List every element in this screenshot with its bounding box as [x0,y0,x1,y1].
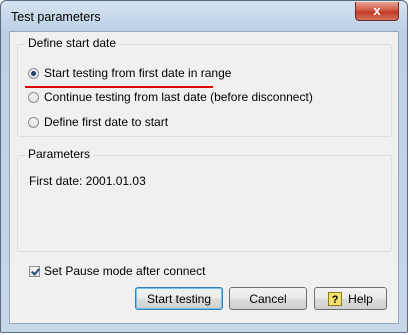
highlight-underline [25,86,213,88]
radio-button[interactable] [28,116,39,128]
cancel-button[interactable]: Cancel [229,287,307,310]
dialog-body: Define start date Start testing from fir… [9,31,399,324]
close-button[interactable]: x [355,2,399,21]
radio-label: Define first date to start [44,115,169,129]
help-button[interactable]: ? Help [314,287,387,310]
start-date-group-label: Define start date [25,36,120,50]
pause-mode-label: Set Pause mode after connect [44,264,206,278]
window-title: Test parameters [11,10,101,24]
radio-define-first-date[interactable]: Define first date to start [28,114,168,130]
start-date-group: Define start date Start testing from fir… [17,36,392,137]
help-label: Help [348,291,373,306]
radio-button[interactable] [28,91,39,103]
start-testing-button[interactable]: Start testing [135,287,223,310]
parameters-group-label: Parameters [25,147,94,161]
help-icon: ? [328,291,343,306]
checkbox-checked[interactable] [29,265,40,277]
title-bar[interactable]: Test parameters x [1,1,407,31]
first-date-text: First date: 2001.01.03 [29,174,146,188]
start-testing-label: Start testing [146,291,212,306]
parameters-group: Parameters First date: 2001.01.03 [17,147,392,252]
pause-mode-checkbox[interactable]: Set Pause mode after connect [29,264,205,278]
radio-label: Continue testing from last date (before … [44,90,313,104]
radio-button-checked[interactable] [28,67,39,79]
radio-first-date-in-range[interactable]: Start testing from first date in range [28,65,231,81]
close-icon: x [373,3,381,18]
radio-continue-from-last[interactable]: Continue testing from last date (before … [28,89,313,105]
dialog-window: Test parameters x Define start date Star… [0,0,408,333]
cancel-label: Cancel [249,291,287,306]
radio-label: Start testing from first date in range [44,66,232,80]
